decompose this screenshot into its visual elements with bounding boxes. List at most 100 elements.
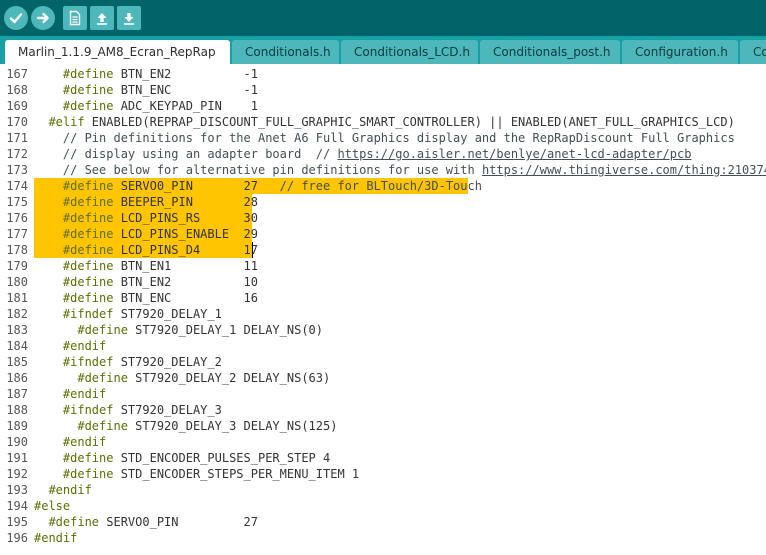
code-text: #endif bbox=[62, 387, 107, 401]
code-line[interactable]: 181 #define BTN_ENC 16 bbox=[0, 290, 766, 306]
code-line[interactable]: 187 #endif bbox=[0, 386, 766, 402]
verify-button[interactable] bbox=[4, 6, 28, 30]
line-number: 187 bbox=[6, 387, 28, 401]
code-line[interactable]: 196 #endif bbox=[0, 530, 766, 546]
line-number: 185 bbox=[6, 355, 28, 369]
code-line[interactable]: 191 #define STD_ENCODER_PULSES_PER_STEP … bbox=[0, 450, 766, 466]
upload-button[interactable] bbox=[31, 6, 55, 30]
code-line[interactable]: 188 #ifndef ST7920_DELAY_3 bbox=[0, 402, 766, 418]
line-number: 174 bbox=[6, 179, 28, 193]
code-line[interactable]: 173 // See below for alternative pin def… bbox=[0, 162, 766, 178]
code-text: #define BTN_EN1 11 bbox=[62, 259, 258, 273]
line-number: 189 bbox=[6, 419, 28, 433]
new-button[interactable] bbox=[63, 6, 87, 30]
code-text: #ifndef ST7920_DELAY_1 bbox=[62, 307, 222, 321]
code-line[interactable]: 169 #define ADC_KEYPAD_PIN 1 bbox=[0, 98, 766, 114]
code-line[interactable]: 167 #define BTN_EN2 -1 bbox=[0, 66, 766, 82]
code-line[interactable]: 171 // Pin definitions for the Anet A6 F… bbox=[0, 130, 766, 146]
tab-bar: Marlin_1.1.9_AM8_Ecran_RepRap Conditional… bbox=[0, 36, 766, 64]
toolbar bbox=[0, 0, 766, 36]
tab[interactable]: Marlin_1.1.9_AM8_Ecran_RepRap bbox=[5, 40, 230, 64]
code-text: #define SERVO0_PIN 27 // free for BLTouc… bbox=[62, 179, 482, 193]
code-text: #endif bbox=[48, 483, 92, 497]
line-number: 196 bbox=[6, 531, 28, 545]
code-line[interactable]: 195 #define SERVO0_PIN 27 bbox=[0, 514, 766, 530]
code-text: // Pin definitions for the Anet A6 Full … bbox=[62, 131, 735, 145]
code-line[interactable]: 194 #else bbox=[0, 498, 766, 514]
checkmark-icon bbox=[9, 13, 23, 24]
code-line[interactable]: 178 #define LCD_PINS_D4 17 bbox=[0, 242, 766, 258]
code-line[interactable]: 174 #define SERVO0_PIN 27 // free for BL… bbox=[0, 178, 766, 194]
save-button[interactable] bbox=[117, 6, 141, 30]
code-line[interactable]: 193 #endif bbox=[0, 482, 766, 498]
code-text: #define LCD_PINS_ENABLE 29 bbox=[62, 227, 258, 241]
line-number: 182 bbox=[6, 307, 28, 321]
code-line[interactable]: 185 #ifndef ST7920_DELAY_2 bbox=[0, 354, 766, 370]
code-editor[interactable]: 167 #define BTN_EN2 -1 168 #define BTN_EN… bbox=[0, 64, 766, 555]
code-text: #ifndef ST7920_DELAY_2 bbox=[62, 355, 222, 369]
line-number: 191 bbox=[6, 451, 28, 465]
tab[interactable]: Configuration.h bbox=[622, 40, 738, 64]
line-number: 180 bbox=[6, 275, 28, 289]
line-number: 173 bbox=[6, 163, 28, 177]
code-text: #endif bbox=[34, 531, 78, 545]
code-text: #elif ENABLED(REPRAP_DISCOUNT_FULL_GRAPH… bbox=[48, 115, 735, 129]
line-number: 178 bbox=[6, 243, 28, 257]
line-number: 183 bbox=[6, 323, 28, 337]
code-text: #define BTN_EN2 10 bbox=[62, 275, 258, 289]
code-line[interactable]: 190 #endif bbox=[0, 434, 766, 450]
line-number: 175 bbox=[6, 195, 28, 209]
open-button[interactable] bbox=[90, 6, 114, 30]
code-line[interactable]: 183 #define ST7920_DELAY_1 DELAY_NS(0) bbox=[0, 322, 766, 338]
document-icon bbox=[69, 10, 81, 26]
line-number: 192 bbox=[6, 467, 28, 481]
tab[interactable]: Conditionals_post.h bbox=[480, 40, 620, 64]
line-number: 167 bbox=[6, 67, 28, 81]
line-number: 194 bbox=[6, 499, 28, 513]
code-text: #define BTN_ENC 16 bbox=[62, 291, 258, 305]
code-text: #endif bbox=[62, 339, 107, 353]
line-number: 172 bbox=[6, 147, 28, 161]
line-number: 186 bbox=[6, 371, 28, 385]
line-number: 168 bbox=[6, 83, 28, 97]
code-line[interactable]: 179 #define BTN_EN1 11 bbox=[0, 258, 766, 274]
text-caret bbox=[252, 242, 253, 258]
code-line[interactable]: 168 #define BTN_ENC -1 bbox=[0, 82, 766, 98]
code-line[interactable]: 182 #ifndef ST7920_DELAY_1 bbox=[0, 306, 766, 322]
code-line[interactable]: 177 #define LCD_PINS_ENABLE 29 bbox=[0, 226, 766, 242]
code-text: // display using an adapter board // htt… bbox=[62, 147, 692, 161]
arrow-right-icon bbox=[36, 12, 49, 24]
code-line[interactable]: 186 #define ST7920_DELAY_2 DELAY_NS(63) bbox=[0, 370, 766, 386]
line-number: 179 bbox=[6, 259, 28, 273]
arrow-down-icon bbox=[124, 13, 134, 25]
code-line[interactable]: 170 #elif ENABLED(REPRAP_DISCOUNT_FULL_G… bbox=[0, 114, 766, 130]
tab[interactable]: Conditionals.h bbox=[232, 40, 339, 64]
line-number: 195 bbox=[6, 515, 28, 529]
line-number: 169 bbox=[6, 99, 28, 113]
code-text: #define ST7920_DELAY_3 DELAY_NS(125) bbox=[77, 419, 338, 433]
code-line[interactable]: 180 #define BTN_EN2 10 bbox=[0, 274, 766, 290]
code-line[interactable]: 175 #define BEEPER_PIN 28 bbox=[0, 194, 766, 210]
code-text: #define LCD_PINS_RS 30 bbox=[62, 211, 258, 225]
code-text: #else bbox=[34, 499, 71, 513]
code-text: #ifndef ST7920_DELAY_3 bbox=[62, 403, 222, 417]
code-line[interactable]: 189 #define ST7920_DELAY_3 DELAY_NS(125) bbox=[0, 418, 766, 434]
code-line[interactable]: 184 #endif bbox=[0, 338, 766, 354]
code-text: #define BEEPER_PIN 28 bbox=[62, 195, 258, 209]
code-text: #define BTN_ENC -1 bbox=[62, 83, 258, 97]
code-text: // See below for alternative pin definit… bbox=[62, 163, 766, 177]
line-number: 193 bbox=[6, 483, 28, 497]
code-text: #define SERVO0_PIN 27 bbox=[48, 515, 258, 529]
tab[interactable]: Co bbox=[740, 40, 766, 64]
code-line[interactable]: 172 // display using an adapter board //… bbox=[0, 146, 766, 162]
tab[interactable]: Conditionals_LCD.h bbox=[341, 40, 478, 64]
code-text: #define BTN_EN2 -1 bbox=[62, 67, 258, 81]
code-line[interactable]: 176 #define LCD_PINS_RS 30 bbox=[0, 210, 766, 226]
line-number: 188 bbox=[6, 403, 28, 417]
line-number: 170 bbox=[6, 115, 28, 129]
line-number: 181 bbox=[6, 291, 28, 305]
code-line[interactable]: 192 #define STD_ENCODER_STEPS_PER_MENU_I… bbox=[0, 466, 766, 482]
line-number: 184 bbox=[6, 339, 28, 353]
code-text: #define LCD_PINS_D4 17 bbox=[62, 243, 258, 257]
code-text: #define ST7920_DELAY_1 DELAY_NS(0) bbox=[77, 323, 324, 337]
